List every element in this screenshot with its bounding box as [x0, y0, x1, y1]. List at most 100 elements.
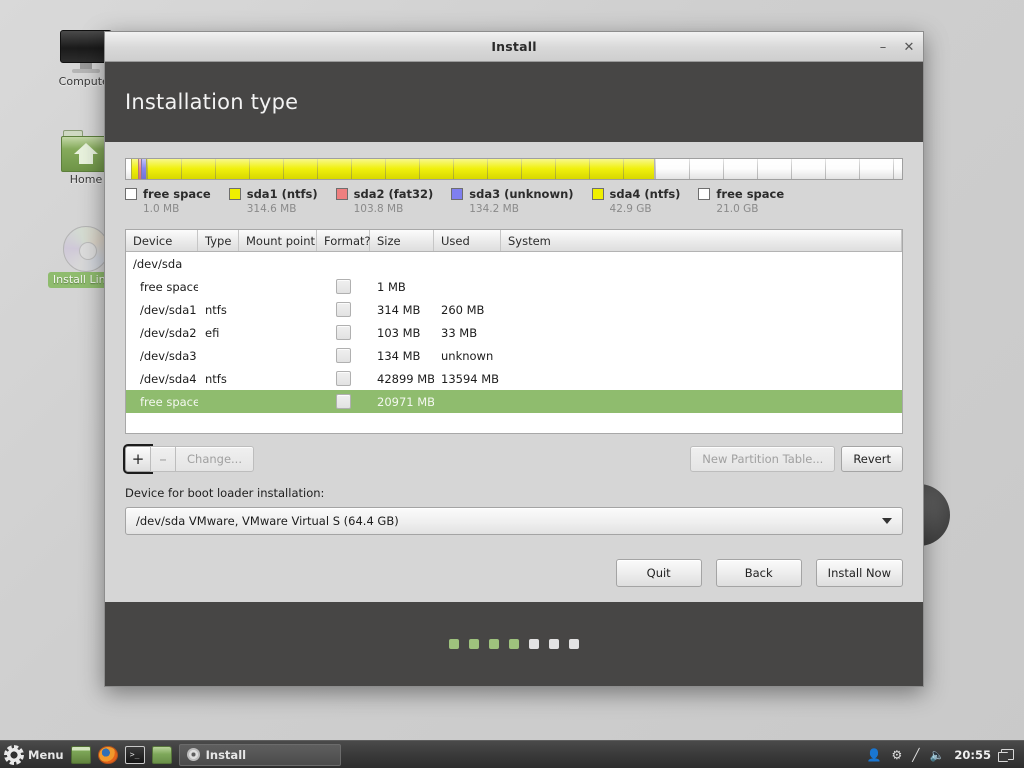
- window-controls: – ✕: [875, 32, 917, 62]
- column-header[interactable]: Mount point: [239, 230, 317, 251]
- table-cell: /dev/sda1: [140, 302, 197, 317]
- bootloader-device-select[interactable]: /dev/sda VMware, VMware Virtual S (64.4 …: [125, 507, 903, 535]
- format-checkbox[interactable]: [336, 348, 351, 363]
- change-partition-button[interactable]: Change...: [175, 446, 254, 472]
- format-cell[interactable]: [317, 275, 370, 298]
- table-cell: unknown: [441, 348, 494, 363]
- quit-button[interactable]: Quit: [615, 559, 702, 587]
- progress-dots: [105, 602, 923, 686]
- column-header[interactable]: Format?: [317, 230, 371, 251]
- table-row[interactable]: /dev/sda4 ntfs 42899 MB 13594 MB: [126, 367, 902, 390]
- table-row[interactable]: /dev/sda: [126, 252, 902, 275]
- progress-dot: [569, 639, 579, 649]
- format-checkbox[interactable]: [336, 371, 351, 386]
- format-checkbox[interactable]: [336, 394, 351, 409]
- install-window: Install – ✕ Installation type free space…: [104, 31, 924, 687]
- column-header[interactable]: Used: [434, 230, 501, 251]
- progress-dot: [489, 639, 499, 649]
- table-cell: 260 MB: [441, 302, 485, 317]
- partition-segment: [130, 159, 138, 179]
- legend-item: free space 21.0 GB: [698, 187, 784, 215]
- legend-label: sda1 (ntfs): [246, 187, 318, 201]
- table-cell: 1 MB: [377, 279, 406, 294]
- table-cell: [501, 275, 902, 298]
- table-cell: 33 MB: [441, 325, 478, 340]
- table-cell: [239, 252, 317, 275]
- menu-button[interactable]: Menu: [6, 746, 64, 763]
- terminal-icon[interactable]: >_: [124, 745, 145, 764]
- desktop-icon-label: Home: [69, 173, 103, 186]
- progress-dot: [549, 639, 559, 649]
- column-header[interactable]: System: [501, 230, 902, 251]
- legend-item: sda2 (fat32) 103.8 MB: [335, 187, 433, 215]
- table-row[interactable]: /dev/sda2 efi 103 MB 33 MB: [126, 321, 902, 344]
- format-checkbox[interactable]: [336, 302, 351, 317]
- network-icon[interactable]: ╱: [912, 749, 919, 761]
- table-row[interactable]: free space 1 MB: [126, 275, 902, 298]
- page-header: Installation type: [105, 62, 923, 142]
- back-button[interactable]: Back: [715, 559, 802, 587]
- segment-sheen: [654, 159, 902, 179]
- chevron-down-icon: [882, 518, 892, 524]
- table-cell: 13594 MB: [441, 371, 500, 386]
- minimize-icon[interactable]: –: [875, 39, 891, 55]
- partition-table-header: Device Type Mount point Format? Size Used Syst…: [126, 230, 902, 252]
- column-header[interactable]: Device: [126, 230, 198, 251]
- bluetooth-icon[interactable]: ⚙: [891, 749, 902, 761]
- table-cell: /dev/sda3: [140, 348, 197, 363]
- install-disc-icon: [186, 748, 200, 761]
- window-title: Install: [491, 39, 537, 54]
- file-manager-icon[interactable]: [151, 745, 172, 764]
- table-cell: 134 MB: [377, 348, 421, 363]
- table-cell: [501, 367, 902, 390]
- legend-swatch: [451, 188, 464, 200]
- table-cell: 20971 MB: [377, 394, 434, 409]
- close-icon[interactable]: ✕: [901, 39, 917, 55]
- system-tray: 👤 ⚙ ╱ 🔈 20:55: [866, 748, 1018, 762]
- table-cell: 42899 MB: [377, 371, 434, 386]
- format-cell[interactable]: [317, 367, 370, 390]
- add-partition-button[interactable]: +: [123, 444, 153, 474]
- table-row[interactable]: /dev/sda1 ntfs 314 MB 260 MB: [126, 298, 902, 321]
- install-now-button[interactable]: Install Now: [815, 559, 903, 587]
- partition-segment: [653, 159, 902, 179]
- user-icon[interactable]: 👤: [866, 749, 881, 761]
- taskbar-window-install[interactable]: Install: [178, 743, 341, 766]
- format-checkbox[interactable]: [336, 325, 351, 340]
- table-cell: 314 MB: [377, 302, 421, 317]
- legend-swatch: [591, 188, 604, 200]
- table-cell: /dev/sda4: [140, 371, 197, 386]
- gear-icon: [6, 746, 22, 763]
- segment-sheen: [147, 159, 654, 179]
- format-cell[interactable]: [317, 344, 370, 367]
- new-partition-table-button[interactable]: New Partition Table...: [690, 446, 836, 472]
- legend-size: 42.9 GB: [609, 203, 652, 215]
- table-row[interactable]: /dev/sda3 134 MB unknown: [126, 344, 902, 367]
- show-desktop-icon[interactable]: [70, 745, 91, 764]
- revert-button[interactable]: Revert: [841, 446, 903, 472]
- table-cell: [501, 298, 902, 321]
- format-cell[interactable]: [317, 298, 370, 321]
- table-row[interactable]: free space 20971 MB: [126, 390, 902, 413]
- legend-item: sda4 (ntfs) 42.9 GB: [591, 187, 681, 215]
- window-content: free space 1.0 MB sda1 (ntfs) 314.6 MB sda2 …: [105, 142, 923, 602]
- table-cell: [370, 252, 434, 275]
- legend-label: sda4 (ntfs): [609, 187, 681, 201]
- legend-size: 134.2 MB: [469, 203, 519, 215]
- table-cell: [198, 252, 239, 275]
- partition-edit-group: + – Change...: [123, 444, 254, 474]
- column-header[interactable]: Size: [370, 230, 434, 251]
- legend-item: sda3 (unknown) 134.2 MB: [451, 187, 574, 215]
- remove-partition-button[interactable]: –: [150, 446, 176, 472]
- legend-label: free space: [143, 187, 211, 201]
- format-cell[interactable]: [317, 390, 370, 413]
- column-header[interactable]: Type: [198, 230, 239, 251]
- partition-table[interactable]: Device Type Mount point Format? Size Used Syst…: [125, 229, 903, 434]
- format-cell[interactable]: [317, 321, 370, 344]
- workspace-switcher-icon[interactable]: [998, 749, 1014, 762]
- clock[interactable]: 20:55: [954, 748, 991, 762]
- format-checkbox[interactable]: [336, 279, 351, 294]
- partition-table-body: /dev/sda free space 1 MB/dev/sda1 ntfs 314 M…: [126, 252, 902, 433]
- firefox-icon[interactable]: [97, 745, 118, 764]
- volume-icon[interactable]: 🔈: [929, 749, 944, 761]
